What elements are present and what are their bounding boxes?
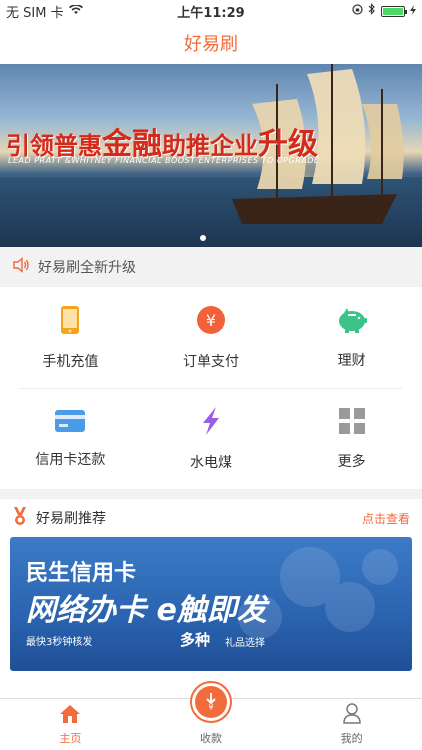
clock: 上午11:29: [177, 5, 245, 21]
grid-item-more[interactable]: 更多: [281, 388, 422, 489]
tab-home[interactable]: 主页: [0, 699, 141, 750]
svg-text:¥: ¥: [208, 703, 213, 711]
phone-icon: [60, 305, 80, 339]
bluetooth-icon: [368, 3, 376, 19]
user-icon: [342, 702, 362, 727]
carrier-label: 无 SIM 卡: [6, 5, 64, 21]
status-left: 无 SIM 卡: [6, 2, 83, 21]
nav-bar: 好易刷: [0, 22, 422, 64]
section-spacer: [0, 489, 422, 499]
piggy-bank-icon: [336, 306, 368, 338]
tab-collect[interactable]: ¥ 收款: [141, 681, 282, 750]
ad-line-4: 多种: [180, 631, 211, 649]
grid-item-label: 订单支付: [183, 353, 239, 370]
promo-ad-banner[interactable]: 民生信用卡 网络办卡 e触即发 最快3秒钟核发 多种 礼品选择: [10, 537, 412, 671]
view-more-link[interactable]: 点击查看: [362, 510, 410, 527]
banner-subtitle: LEAD PRATT &WHITNEY FINANCIAL BOOST ENTE…: [8, 156, 320, 165]
grid-divider: [20, 388, 402, 389]
recommend-title: 好易刷推荐: [12, 506, 106, 530]
collect-button[interactable]: ¥: [190, 681, 232, 723]
recommend-header: 好易刷推荐 点击查看: [0, 499, 422, 537]
grid-item-label: 理财: [337, 352, 366, 369]
grid-item-utilities[interactable]: 水电煤: [141, 388, 282, 489]
ad-line-2: 网络办卡 e触即发: [26, 593, 267, 628]
status-bar: 无 SIM 卡 上午11:29: [0, 0, 422, 22]
home-icon: [59, 704, 81, 727]
grid-item-mobile-recharge[interactable]: 手机充值: [0, 287, 141, 388]
tab-label: 主页: [59, 732, 82, 745]
speaker-icon: [12, 256, 30, 277]
page-title: 好易刷: [184, 34, 238, 55]
grid-item-label: 信用卡还款: [35, 451, 106, 468]
announcement-text: 好易刷全新升级: [38, 260, 136, 276]
tab-mine[interactable]: 我的: [281, 699, 422, 750]
grid-item-label: 水电煤: [190, 454, 232, 471]
lightning-icon: [200, 406, 222, 440]
grid-item-order-payment[interactable]: ¥ 订单支付: [141, 287, 282, 388]
credit-card-icon: [54, 409, 86, 437]
battery-icon: [381, 5, 407, 17]
recommend-section: 好易刷推荐 点击查看 民生信用卡 网络办卡 e触即发 最快3秒钟核发 多种 礼品…: [0, 499, 422, 709]
charging-icon: [410, 4, 416, 19]
tab-label: 收款: [200, 732, 222, 745]
yuan-icon: ¥: [196, 305, 226, 339]
collect-money-icon: ¥: [202, 691, 220, 714]
ad-line-5: 礼品选择: [225, 638, 265, 649]
grid-item-wealth[interactable]: 理财: [281, 287, 422, 388]
svg-text:¥: ¥: [206, 311, 216, 330]
orientation-lock-icon: [352, 3, 363, 19]
banner-carousel[interactable]: 引领普惠金融助推企业升级 LEAD PRATT &WHITNEY FINANCI…: [0, 64, 422, 247]
grid-item-label: 手机充值: [42, 353, 99, 370]
tab-label: 我的: [340, 732, 363, 745]
grid-icon: [338, 407, 366, 439]
service-grid: 手机充值 ¥ 订单支付 理财 信用卡还款 水电煤 更多: [0, 287, 422, 489]
ad-line-3: 最快3秒钟核发: [26, 637, 93, 648]
grid-item-label: 更多: [337, 453, 366, 470]
tab-bar: 主页 ¥ 收款 我的: [0, 681, 422, 750]
status-right: [352, 3, 416, 19]
medal-icon: [12, 506, 28, 530]
wifi-icon: [68, 3, 83, 19]
carousel-indicator: [200, 235, 206, 241]
grid-item-credit-card-repayment[interactable]: 信用卡还款: [0, 388, 141, 489]
ad-line-1: 民生信用卡: [26, 561, 137, 586]
recommend-title-text: 好易刷推荐: [36, 511, 106, 527]
announcement-bar[interactable]: 好易刷全新升级: [0, 247, 422, 287]
